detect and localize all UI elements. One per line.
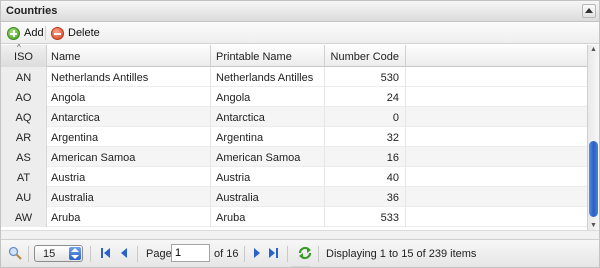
scroll-down-icon[interactable]: ▼: [590, 222, 597, 229]
toolbar-separator: [45, 26, 46, 40]
cell-iso: AU: [1, 187, 47, 207]
cell-iso: AR: [1, 127, 47, 147]
pager-separator: [318, 246, 319, 262]
toolbar: Add Delete: [1, 22, 599, 44]
add-button-label: Add: [24, 27, 44, 39]
scroll-up-icon[interactable]: ▲: [590, 46, 597, 53]
page-size-spinner-icon[interactable]: [69, 247, 81, 260]
cell-iso: AW: [1, 207, 47, 227]
column-header-iso[interactable]: ^ ISO: [1, 43, 47, 67]
collapse-button[interactable]: [582, 4, 596, 18]
sort-ascending-icon: ^: [17, 43, 21, 52]
cell-printable-name: Australia: [211, 187, 325, 207]
column-header-number-code[interactable]: Number Code: [325, 45, 406, 67]
grid-header: ^ ISO Name Printable Name Number Code: [1, 43, 587, 67]
pagination-bar: 15 Page of 16: [1, 239, 599, 267]
delete-button[interactable]: Delete: [51, 25, 100, 41]
cell-iso: AO: [1, 87, 47, 107]
cell-number-code: 32: [325, 127, 406, 147]
page-label: Page: [146, 248, 172, 260]
cell-printable-name: Argentina: [211, 127, 325, 147]
grid-body: AN Netherlands Antilles Netherlands Anti…: [1, 67, 587, 230]
next-page-icon[interactable]: [251, 247, 263, 259]
cell-number-code: 36: [325, 187, 406, 207]
pager-separator: [28, 246, 29, 262]
horizontal-scrollbar[interactable]: [1, 230, 599, 239]
cell-name: Aruba: [47, 207, 211, 227]
cell-number-code: 16: [325, 147, 406, 167]
page-count: of 16: [214, 248, 239, 260]
column-header-name[interactable]: Name: [47, 45, 211, 67]
cell-printable-name: Antarctica: [211, 107, 325, 127]
pager-separator: [244, 246, 245, 262]
refresh-icon[interactable]: [297, 245, 313, 261]
cell-iso: AN: [1, 67, 47, 87]
column-header-name-label: Name: [51, 51, 81, 63]
table-row[interactable]: AS American Samoa American Samoa 16: [1, 147, 587, 167]
cell-name: Australia: [47, 187, 211, 207]
page-size-select[interactable]: 15: [34, 245, 83, 262]
cell-name: Antarctica: [47, 107, 211, 127]
cell-iso: AT: [1, 167, 47, 187]
page-number-input[interactable]: [171, 244, 210, 262]
table-row[interactable]: AO Angola Angola 24: [1, 87, 587, 107]
cell-number-code: 530: [325, 67, 406, 87]
table-row[interactable]: AQ Antarctica Antarctica 0: [1, 107, 587, 127]
table-row[interactable]: AT Austria Austria 40: [1, 167, 587, 187]
cell-name: Austria: [47, 167, 211, 187]
last-page-icon[interactable]: [267, 247, 279, 259]
search-icon[interactable]: [8, 246, 22, 260]
pager-separator: [137, 246, 138, 262]
cell-number-code: 40: [325, 167, 406, 187]
cell-name: Netherlands Antilles: [47, 67, 211, 87]
table-row[interactable]: AW Aruba Aruba 533: [1, 207, 587, 227]
panel-titlebar: Countries: [1, 1, 599, 22]
add-button[interactable]: Add: [7, 25, 44, 41]
column-header-iso-label: ISO: [14, 51, 33, 63]
up-down-arrows-icon: [71, 248, 79, 259]
column-header-printable-name[interactable]: Printable Name: [211, 45, 325, 67]
cell-printable-name: Angola: [211, 87, 325, 107]
table-row[interactable]: AR Argentina Argentina 32: [1, 127, 587, 147]
page-size-value: 15: [43, 248, 56, 260]
cell-name: Argentina: [47, 127, 211, 147]
cell-printable-name: Aruba: [211, 207, 325, 227]
countries-grid-panel: Countries Add Delete ^ ISO Name Printabl…: [0, 0, 600, 268]
pager-status-text: Displaying 1 to 15 of 239 items: [326, 248, 477, 260]
column-header-number-code-label: Number Code: [330, 51, 399, 63]
cell-number-code: 24: [325, 87, 406, 107]
column-header-printable-name-label: Printable Name: [216, 51, 292, 63]
panel-title: Countries: [6, 5, 58, 17]
pager-separator: [90, 246, 91, 262]
cell-number-code: 0: [325, 107, 406, 127]
delete-icon: [51, 26, 64, 40]
cell-name: Angola: [47, 87, 211, 107]
cell-iso: AS: [1, 147, 47, 167]
cell-printable-name: Netherlands Antilles: [211, 67, 325, 87]
vertical-scrollbar[interactable]: ▲ ▼: [587, 45, 599, 230]
collapse-up-icon: [585, 8, 593, 13]
add-icon: [7, 26, 20, 40]
table-row[interactable]: AN Netherlands Antilles Netherlands Anti…: [1, 67, 587, 87]
prev-page-icon[interactable]: [118, 247, 130, 259]
cell-number-code: 533: [325, 207, 406, 227]
cell-iso: AQ: [1, 107, 47, 127]
first-page-icon[interactable]: [100, 247, 112, 259]
pager-separator: [287, 246, 288, 262]
table-row[interactable]: AU Australia Australia 36: [1, 187, 587, 207]
delete-button-label: Delete: [68, 27, 100, 39]
scrollbar-thumb[interactable]: [589, 141, 598, 217]
cell-printable-name: Austria: [211, 167, 325, 187]
cell-name: American Samoa: [47, 147, 211, 167]
cell-printable-name: American Samoa: [211, 147, 325, 167]
